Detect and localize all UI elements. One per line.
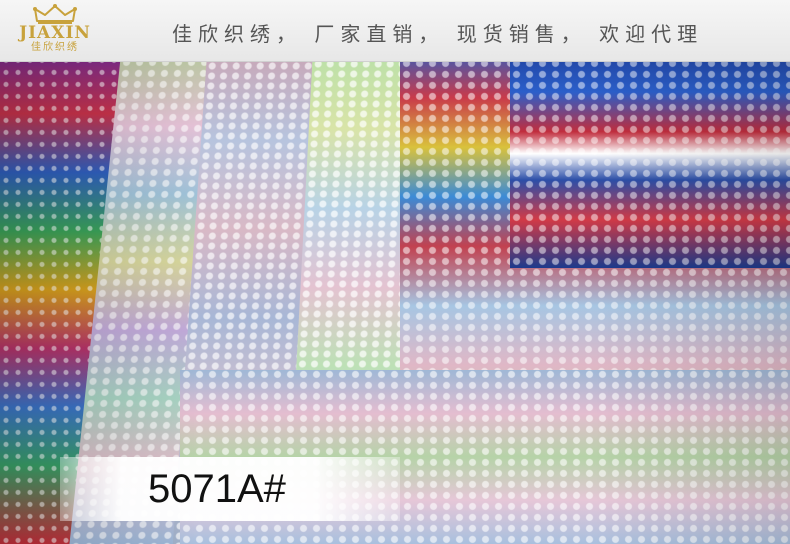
brand-name-cn: 佳欣织绣: [31, 42, 79, 53]
top-banner: JIAXIN 佳欣织绣 佳欣织绣， 厂家直销， 现货销售， 欢迎代理: [0, 0, 790, 62]
product-code: 5071A#: [148, 467, 286, 511]
crown-icon: [33, 4, 77, 24]
product-code-label: 5071A#: [60, 457, 400, 521]
sequin-fabric-swatch: [510, 48, 790, 268]
brand-logo: JIAXIN 佳欣织绣: [10, 4, 100, 58]
banner-slogan: 佳欣织绣， 厂家直销， 现货销售， 欢迎代理: [172, 22, 704, 46]
product-photo: JIAXIN 佳欣织绣 佳欣织绣， 厂家直销， 现货销售， 欢迎代理 5071A…: [0, 0, 790, 544]
brand-name: JIAXIN: [19, 23, 91, 43]
